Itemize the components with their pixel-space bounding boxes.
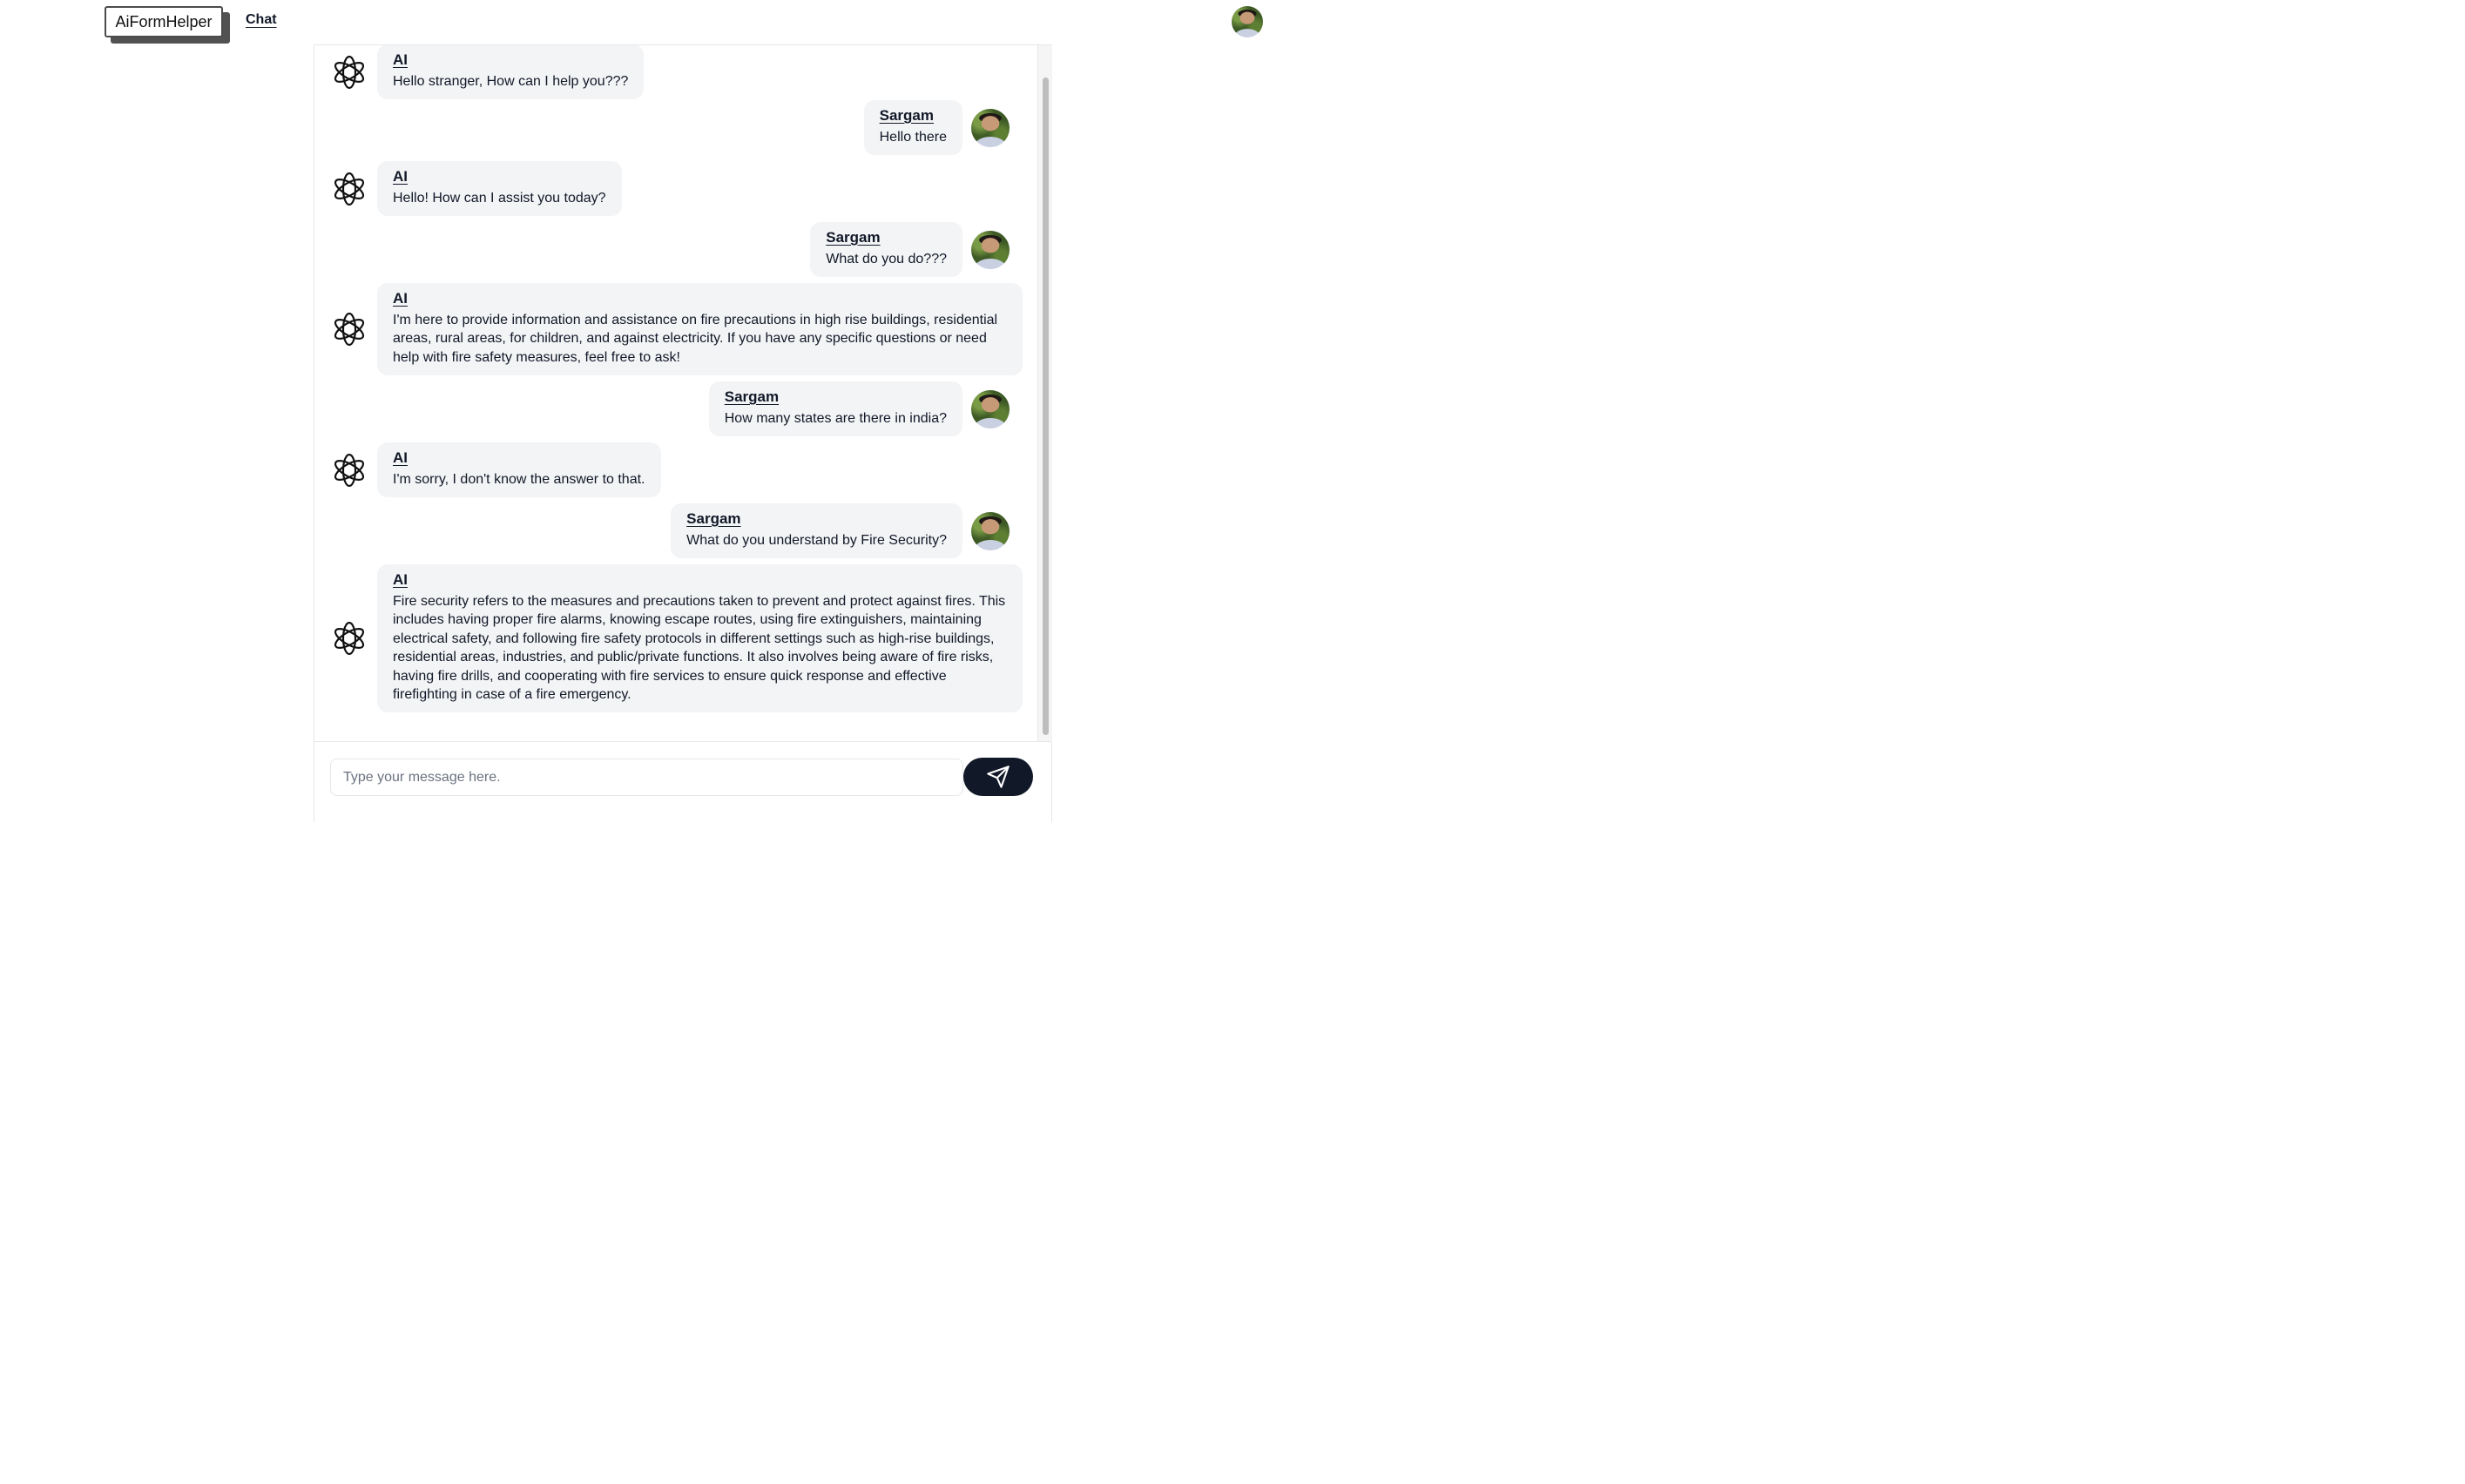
paper-plane-icon [987,766,1010,788]
openai-logo-icon [334,313,365,347]
message-text: What do you understand by Fire Security? [686,533,947,548]
message-user: Sargam How many states are there in indi… [708,381,1010,437]
user-avatar [971,230,1010,269]
openai-logo-icon [334,172,365,206]
user-avatar [971,108,1010,147]
message-ai: AI I'm here to provide information and a… [330,283,1023,376]
message-bubble: AI Hello! How can I assist you today? [377,161,622,217]
send-button[interactable] [963,758,1033,796]
message-user: Sargam What do you do??? [810,222,1010,278]
user-avatar [971,511,1010,550]
nav-link-chat[interactable]: Chat [246,12,277,28]
message-ai: AI Hello stranger, How can I help you??? [330,45,645,100]
message-bubble: AI I'm here to provide information and a… [377,283,1023,376]
top-navbar: AiFormHelper Chat [0,0,1342,44]
scrollbar-thumb[interactable] [1043,78,1049,735]
user-avatar [971,389,1010,428]
message-bubble: Sargam How many states are there in indi… [708,381,962,437]
sender-name: Sargam [724,388,780,405]
sender-name: Sargam [826,229,881,246]
message-bubble: AI I'm sorry, I don't know the answer to… [377,442,661,498]
message-bubble: Sargam What do you understand by Fire Se… [671,503,962,559]
openai-logo-icon [334,453,365,487]
sender-name: AI [393,51,408,68]
sender-name: Sargam [686,510,741,527]
message-text: Fire security refers to the measures and… [393,594,1006,703]
message-text: Hello! How can I assist you today? [393,191,606,206]
message-bubble: Sargam Hello there [863,100,962,156]
sender-name: AI [393,290,408,307]
logo[interactable]: AiFormHelper [105,6,230,44]
message-ai: AI Hello! How can I assist you today? [330,161,622,217]
scrollbar[interactable] [1037,45,1052,742]
sender-name: Sargam [879,107,934,124]
message-ai: AI Fire security refers to the measures … [330,564,1023,713]
user-avatar[interactable] [1232,6,1263,37]
message-text: I'm here to provide information and assi… [393,313,998,365]
message-text: Hello there [879,130,947,145]
message-bubble: AI Fire security refers to the measures … [377,564,1023,713]
message-text: How many states are there in india? [724,411,947,426]
message-bubble: AI Hello stranger, How can I help you??? [377,45,645,100]
message-composer [314,741,1051,823]
logo-text[interactable]: AiFormHelper [105,6,223,37]
message-user: Sargam What do you understand by Fire Se… [671,503,1010,559]
message-text: I'm sorry, I don't know the answer to th… [393,472,645,487]
message-bubble: Sargam What do you do??? [810,222,962,278]
openai-logo-icon [334,622,365,656]
openai-logo-icon [334,56,365,90]
message-input[interactable] [330,759,963,796]
sender-name: AI [393,449,408,466]
message-text: Hello stranger, How can I help you??? [393,74,629,89]
message-ai: AI I'm sorry, I don't know the answer to… [330,442,661,498]
chat-panel: AI Hello stranger, How can I help you???… [314,44,1052,822]
message-list: AI Hello stranger, How can I help you???… [314,45,1039,742]
message-user: Sargam Hello there [863,100,1010,156]
sender-name: AI [393,168,408,185]
sender-name: AI [393,571,408,588]
message-text: What do you do??? [826,252,947,266]
